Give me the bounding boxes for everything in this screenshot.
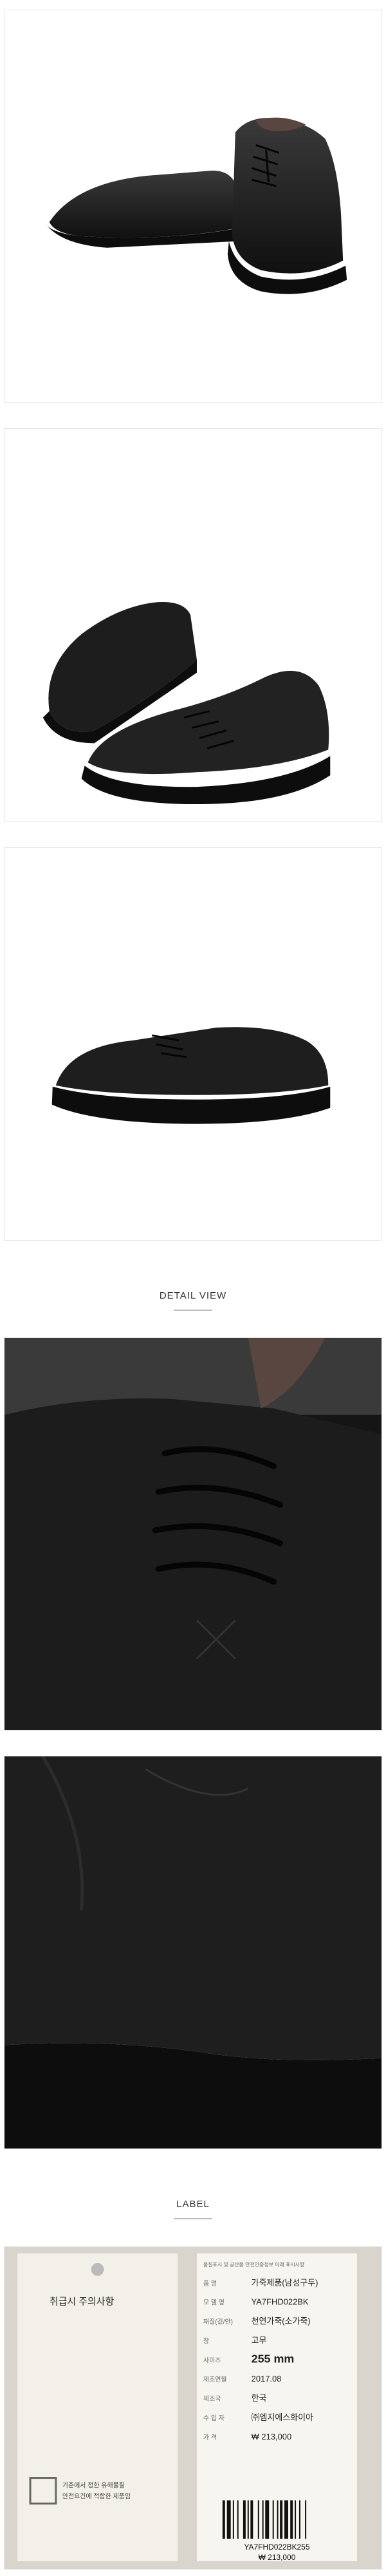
lacing-closeup-image xyxy=(5,1338,381,1730)
product-photo-2 xyxy=(4,428,382,822)
tag-row-key: 가 격 xyxy=(203,2433,217,2441)
tag-row-key: 제조연월 xyxy=(203,2376,227,2383)
tag-row-value: 고무 xyxy=(252,2335,267,2345)
label-underline xyxy=(174,2218,212,2219)
tag-row-value: ㈜엠지에스화이아 xyxy=(252,2412,313,2422)
tag-row-key: 수 입 자 xyxy=(203,2414,225,2422)
tag-row-key: 창 xyxy=(203,2337,209,2345)
tag-row-key: 사이즈 xyxy=(203,2356,221,2364)
tag-row-value: YA7FHD022BK xyxy=(252,2297,309,2307)
product-photo-1 xyxy=(4,10,382,403)
shoe-pair-front-image xyxy=(5,429,381,821)
tag-row-key: 재질(겉/안) xyxy=(203,2318,233,2326)
label-photo: 취급시 주의사항 기준에서 정한 유해물질 안전요건에 적합한 제품임 품질표시… xyxy=(4,2246,382,2570)
tag-row-key: 품 명 xyxy=(203,2280,217,2288)
shoe-pair-image xyxy=(5,10,381,402)
shoe-side-image xyxy=(5,848,381,1240)
product-photo-3 xyxy=(4,847,382,1241)
toe-heel-closeup-image xyxy=(5,1756,381,2148)
tag-row-value: ₩ 213,000 xyxy=(252,2432,292,2441)
tag-caution-text: 취급시 주의사항 xyxy=(50,2297,115,2308)
tag-row-value: 천연가죽(소가죽) xyxy=(252,2317,311,2326)
barcode-price: ₩ 213,000 xyxy=(259,2553,296,2562)
product-tag-image: 취급시 주의사항 기준에서 정한 유해물질 안전요건에 적합한 제품임 품질표시… xyxy=(5,2247,381,2569)
tag-header-text: 품질표시 및 공산품 안전인증정보 아래 표시사항 xyxy=(203,2261,305,2268)
tag-safety-line1: 기준에서 정한 유해물질 xyxy=(62,2481,125,2490)
tag-row-key: 모 델 명 xyxy=(203,2299,225,2307)
tag-row-value: 2017.08 xyxy=(252,2374,282,2383)
label-heading: LABEL xyxy=(176,2199,210,2210)
tag-safety-line2: 안전요건에 적합한 제품임 xyxy=(62,2492,131,2500)
detail-photo-lacing xyxy=(4,1337,382,1731)
tag-row-key: 제조국 xyxy=(203,2395,221,2403)
detail-view-heading: DETAIL VIEW xyxy=(159,1290,227,1301)
detail-photo-toe xyxy=(4,1756,382,2149)
tag-row-value: 255 mm xyxy=(252,2352,295,2365)
barcode-number: YA7FHD022BK255 xyxy=(244,2543,309,2552)
tag-row-value: 가죽제품(남성구두) xyxy=(252,2278,318,2288)
detail-view-underline xyxy=(174,1310,212,1311)
tag-row-value: 한국 xyxy=(252,2393,267,2403)
